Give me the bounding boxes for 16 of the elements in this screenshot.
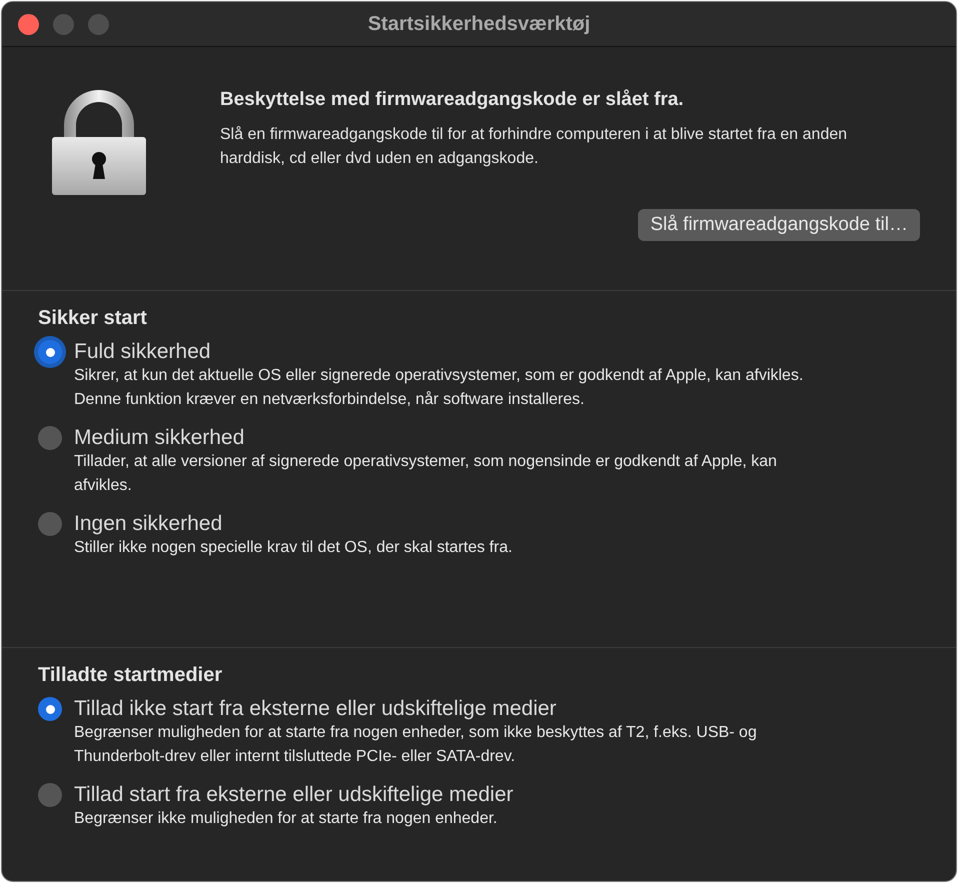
enable-password-button[interactable]: Slå firmwareadgangskode til… [638, 209, 920, 241]
option-label[interactable]: Tillad start fra eksterne eller udskiftelige medier [74, 783, 514, 807]
status-description: Slå en firmwareadgangskode til for at forhindre computeren i at blive startet fra en anden harddisk, cd eller dvd uden en adgangskode. [220, 125, 848, 169]
section-title: Tilladte startmedier [38, 664, 224, 687]
option-label[interactable]: Medium sikkerhed [74, 426, 244, 450]
option-label[interactable]: Fuld sikkerhed [74, 340, 211, 364]
window-title: Startsikkerhedsværktøj [368, 12, 590, 36]
option-label[interactable]: Tillad ikke start fra eksterne eller udskiftelige medier [74, 697, 556, 721]
option-description: Tillader, at alle versioner af signerede operativsystemer, som nogensinde er godkendt af Apple, kan afvikles. [74, 452, 778, 496]
option-description: Stiller ikke nogen specielle krav til det OS, der skal startes fra. [74, 538, 514, 558]
option-label[interactable]: Ingen sikkerhed [74, 512, 222, 536]
option-description: Sikrer, at kun det aktuelle OS eller signerede operativsystemer, som er godkendt af Apple, kan afvikles. Denne funktion kræver en netværksforbindelse, når software installeres. [74, 366, 804, 410]
option-description: Begrænser ikke muligheden for at starte fra nogen enheder. [74, 809, 498, 829]
status-heading: Beskyttelse med firmwareadgangskode er slået fra. [220, 89, 685, 111]
section-title: Sikker start [38, 307, 148, 330]
option-description: Begrænser muligheden for at starte fra nogen enheder, som ikke beskyttes af T2, f.eks. USB- og Thunderbolt-drev eller internt tilsluttede PCIe- eller SATA-drev. [74, 723, 758, 767]
